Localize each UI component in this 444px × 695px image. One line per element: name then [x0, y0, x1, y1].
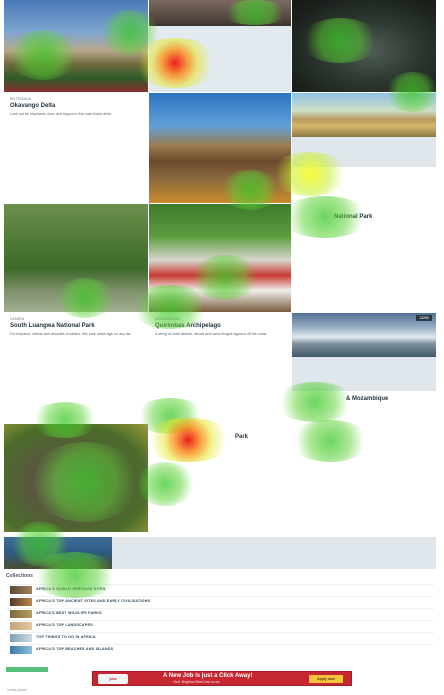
quirimbas-title[interactable]: Quirimbas Archipelago — [155, 323, 285, 330]
photo-count-badge: 13260 — [416, 315, 432, 321]
collections-title: Collections — [6, 573, 33, 579]
drummer-photo[interactable] — [149, 204, 291, 312]
falls-title[interactable]: & Mozambique — [346, 396, 430, 403]
banner-photo[interactable] — [4, 537, 112, 569]
rope-bridge-photo[interactable] — [4, 204, 148, 312]
ad-headline[interactable]: A New Job is just a Click Away! — [163, 673, 252, 679]
okavango-label: Botswana — [10, 97, 32, 101]
waterfall-photo[interactable]: 13260 — [292, 313, 436, 357]
collection-label[interactable]: AFRICA'S TOP LANDSCAPES — [36, 623, 93, 627]
page: Botswana Okavango Delta Look out for ele… — [0, 0, 444, 695]
collection-row[interactable]: AFRICA'S TOP ANCIENT SITES AND EARLY CIV… — [6, 596, 434, 606]
collection-label[interactable]: AFRICA'S WORLD HERITAGE SITES — [36, 587, 106, 591]
town-photo[interactable] — [4, 0, 148, 92]
ad-banner[interactable]: jobs A New Job is just a Click Away! Vis… — [92, 671, 352, 686]
collection-thumb — [10, 610, 32, 618]
national-park-card[interactable]: National Park — [292, 204, 436, 312]
footer-text: lonely planet — [7, 688, 27, 692]
baobab-card[interactable] — [292, 167, 436, 203]
collection-thumb — [10, 622, 32, 630]
collection-label[interactable]: AFRICA'S TOP BEACHES AND ISLANDS — [36, 647, 113, 651]
river-card[interactable] — [292, 424, 436, 532]
quirimbas-label: Mozambique — [155, 317, 181, 321]
green-tag — [6, 667, 48, 672]
gorilla-photo[interactable] — [292, 0, 436, 92]
park-card[interactable]: Park — [149, 424, 291, 532]
national-park-title[interactable]: National Park — [334, 214, 430, 221]
south-luangwa-label: Zambia — [10, 317, 25, 321]
okavango-text: Look out for elephants, lions and hippos… — [10, 112, 112, 116]
baobab-photo[interactable] — [292, 93, 436, 137]
collection-row[interactable]: AFRICA'S TOP LANDSCAPES — [6, 620, 434, 630]
collection-thumb — [10, 586, 32, 594]
collection-label[interactable]: AFRICA'S BEST WILDLIFE PARKS — [36, 611, 102, 615]
collection-thumb — [10, 646, 32, 654]
quirimbas-card[interactable]: Mozambique Quirimbas Archipelago A strin… — [149, 313, 291, 423]
collection-label[interactable]: TOP THINGS TO DO IN AFRICA — [36, 635, 96, 639]
park-title[interactable]: Park — [235, 434, 285, 441]
collections-list: Collections AFRICA'S WORLD HERITAGE SITE… — [4, 572, 436, 666]
ad-logo: jobs — [98, 674, 128, 684]
falls-card[interactable]: & Mozambique — [292, 391, 436, 423]
collection-label[interactable]: AFRICA'S TOP ANCIENT SITES AND EARLY CIV… — [36, 599, 150, 603]
collection-row[interactable]: AFRICA'S TOP BEACHES AND ISLANDS — [6, 644, 434, 654]
collection-row[interactable]: AFRICA'S WORLD HERITAGE SITES — [6, 584, 434, 594]
gorilla-hand-photo[interactable] — [149, 0, 291, 26]
collection-thumb — [10, 634, 32, 642]
south-luangwa-title[interactable]: South Luangwa National Park — [10, 323, 142, 330]
card-text — [205, 68, 285, 73]
ad-subline: Visit: BrightonSkinCare.co.za — [173, 680, 220, 684]
collection-row[interactable]: TOP THINGS TO DO IN AFRICA — [6, 632, 434, 642]
okavango-card[interactable]: Botswana Okavango Delta Look out for ele… — [4, 93, 148, 203]
okavango-title[interactable]: Okavango Delta — [10, 103, 142, 110]
card-caption — [149, 62, 291, 92]
ad-cta-button[interactable]: Apply now — [309, 675, 343, 683]
south-luangwa-text: For leopards, zebras and decades of safa… — [10, 332, 132, 336]
collection-thumb — [10, 598, 32, 606]
card-panel — [292, 137, 436, 167]
collection-row[interactable]: AFRICA'S BEST WILDLIFE PARKS — [6, 608, 434, 618]
quirimbas-text: A string of coral islands, dhows and san… — [155, 332, 268, 336]
banner-panel — [112, 537, 436, 569]
rock-church-photo[interactable] — [149, 93, 291, 203]
card-panel — [292, 357, 436, 391]
elephant-photo[interactable] — [4, 424, 148, 532]
south-luangwa-card[interactable]: Zambia South Luangwa National Park For l… — [4, 313, 148, 423]
